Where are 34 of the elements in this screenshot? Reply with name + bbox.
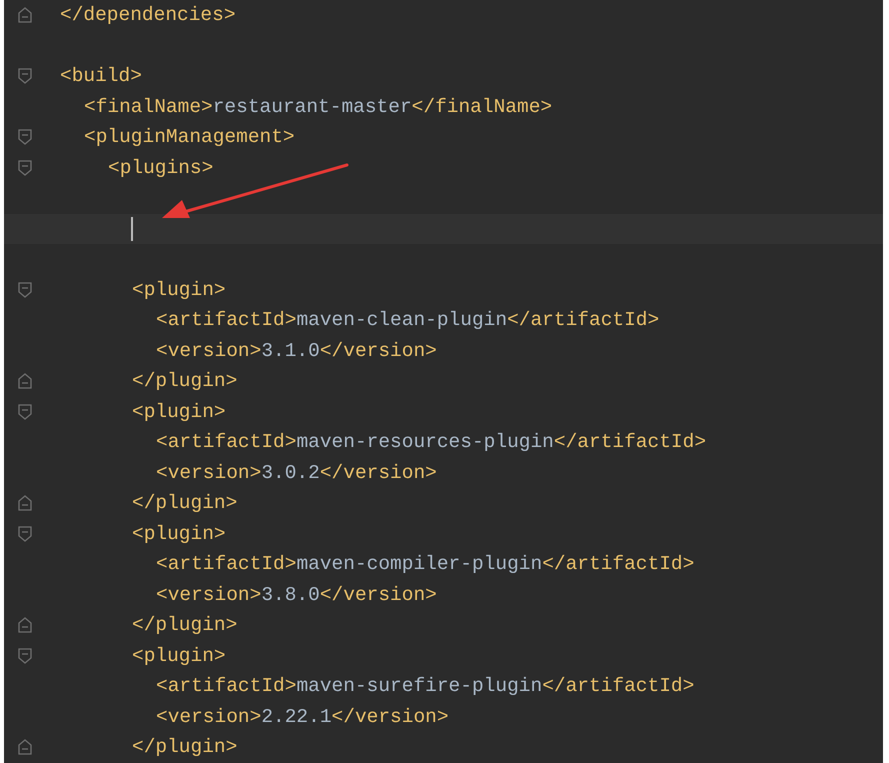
code-line: <plugin> [132, 400, 226, 423]
code-line: <pluginManagement> [84, 126, 295, 148]
fold-icon[interactable] [18, 404, 32, 420]
code-line: <version>3.8.0</version> [156, 584, 437, 606]
code-line: <finalName>restaurant-master</finalName> [84, 96, 552, 118]
code-line: <plugins> [108, 156, 214, 179]
fold-icon[interactable] [18, 648, 32, 664]
code-line: </plugin> [132, 370, 238, 392]
code-line: <artifactId>maven-compiler-plugin</artifactId> [156, 553, 694, 576]
code-line: <artifactId>maven-surefire-plugin</artifactId> [156, 675, 694, 698]
code-line: <artifactId>maven-clean-plugin</artifactId> [156, 309, 660, 332]
code-line: <plugin> [132, 278, 226, 301]
code-line: </plugin> [132, 614, 238, 636]
code-line: <plugin> [132, 522, 226, 545]
code-line: </plugin> [132, 492, 238, 514]
text-cursor [131, 216, 133, 241]
code-line: <version>3.1.0</version> [156, 340, 437, 362]
code-line: <plugin> [132, 644, 226, 667]
fold-icon[interactable] [18, 7, 32, 24]
fold-icon[interactable] [18, 68, 32, 84]
fold-icon[interactable] [18, 617, 32, 634]
code-line: </dependencies> [60, 4, 236, 26]
code-line: <build> [60, 65, 142, 88]
fold-icon[interactable] [18, 495, 32, 512]
code-line: <version>3.0.2</version> [156, 462, 437, 484]
code-line: <artifactId>maven-resources-plugin</artifactId> [156, 431, 706, 454]
fold-icon[interactable] [18, 739, 32, 756]
fold-icon[interactable] [18, 526, 32, 542]
fold-icon[interactable] [18, 373, 32, 390]
fold-icon[interactable] [18, 160, 32, 176]
fold-icon[interactable] [18, 129, 32, 146]
fold-icon[interactable] [18, 282, 32, 298]
code-line: </plugin> [132, 736, 238, 758]
code-line: <version>2.22.1</version> [156, 706, 449, 728]
